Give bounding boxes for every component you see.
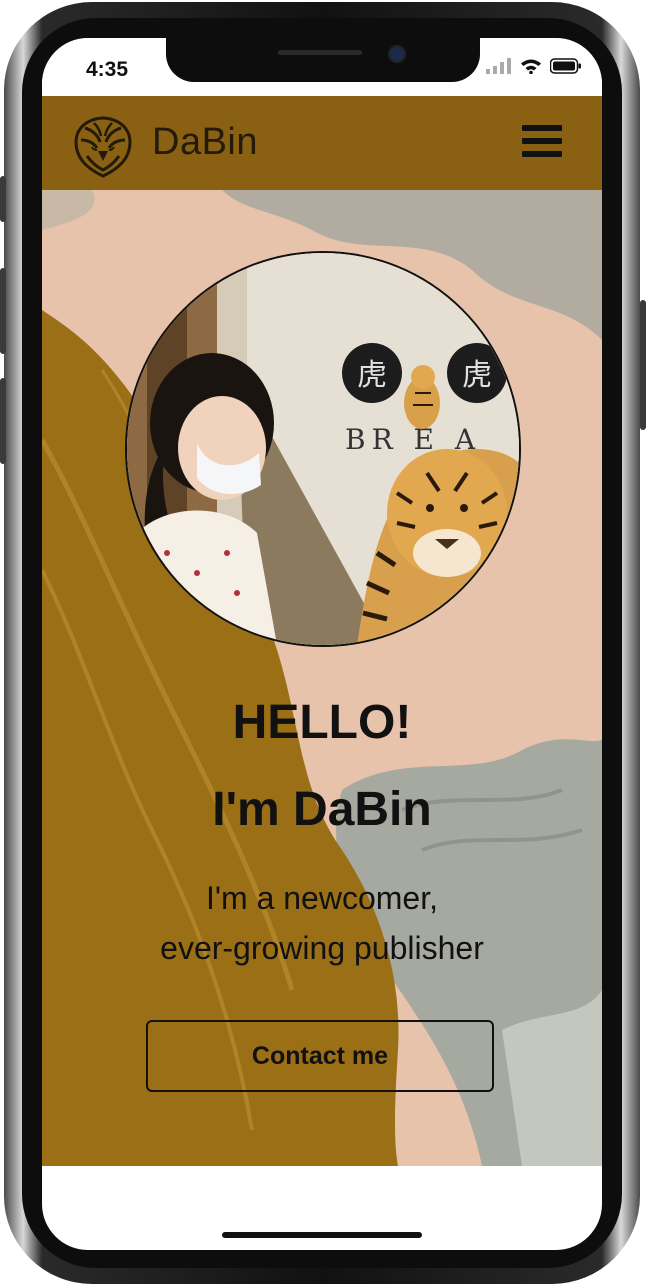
front-camera [388,45,406,63]
volume-down-button [0,378,6,464]
signal-icon [486,58,511,74]
hero-tagline-line-1: I'm a newcomer, [206,880,438,916]
hero-greeting: HELLO! [232,696,412,749]
profile-photo: 虎 虎 BR E A [125,251,521,647]
navbar: DaBin [42,96,602,190]
tiger-head-icon[interactable] [72,116,134,178]
brand-name[interactable]: DaBin [152,121,258,164]
wifi-icon [521,59,541,74]
status-bar: 4:35 [42,38,602,96]
power-button [640,300,646,430]
status-icons [486,58,582,74]
phone-screen: 4:35 DaBin 虎 虎 BR E A HELLO! I'm DaBin I… [42,38,602,1250]
side-button [0,176,6,222]
status-time: 4:35 [86,58,129,81]
home-indicator[interactable] [222,1232,422,1238]
battery-icon [550,58,581,74]
notch [166,38,480,82]
hero-tagline-line-2: ever-growing publisher [160,930,484,966]
speaker [278,50,362,55]
svg-text:虎: 虎 [357,358,387,393]
contact-me-button[interactable]: Contact me [146,1020,494,1092]
profile-photo-illustration: 虎 虎 BR E A [127,253,519,645]
hero-section: 虎 虎 BR E A HELLO! I'm DaBin I'm a newcom… [42,190,602,1166]
svg-text:虎: 虎 [462,358,492,393]
hamburger-menu-icon [522,125,562,131]
hero-name: I'm DaBin [212,783,432,836]
menu-button[interactable] [522,125,562,161]
volume-up-button [0,268,6,354]
